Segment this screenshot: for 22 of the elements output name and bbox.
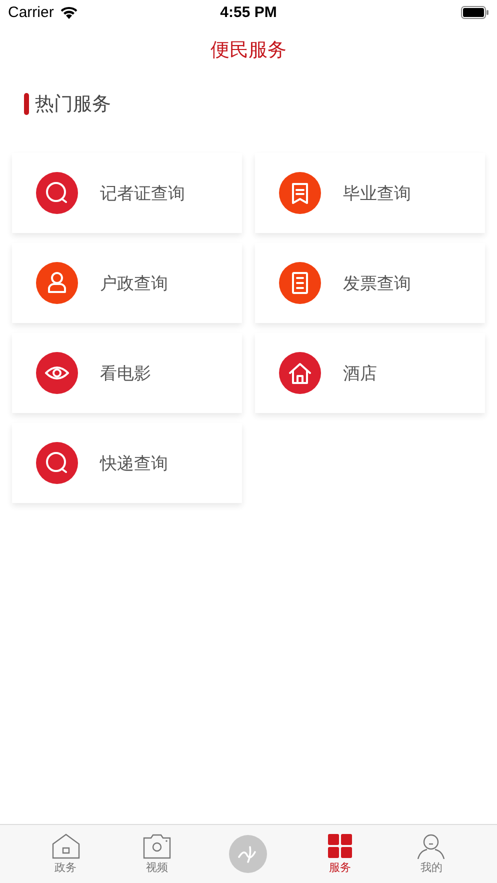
- service-card[interactable]: 记者证查询: [12, 153, 242, 233]
- service-card[interactable]: 看电影: [12, 333, 242, 413]
- section-marker: [24, 93, 29, 115]
- service-card[interactable]: 毕业查询: [255, 153, 485, 233]
- service-card[interactable]: 发票查询: [255, 243, 485, 323]
- carrier-label: Carrier: [8, 4, 54, 21]
- camera-icon: [142, 833, 172, 859]
- battery-icon: [461, 6, 489, 19]
- tab-item[interactable]: 服务: [304, 833, 375, 875]
- status-time: 4:55 PM: [220, 4, 277, 21]
- service-card[interactable]: 户政查询: [12, 243, 242, 323]
- service-card[interactable]: 快递查询: [12, 423, 242, 503]
- section-title: 热门服务: [35, 92, 111, 117]
- person-icon: [416, 833, 446, 859]
- tab-item[interactable]: 视频: [122, 833, 192, 875]
- tab-item[interactable]: 我的: [396, 833, 466, 875]
- logo-icon: [229, 835, 268, 873]
- house-icon: [50, 833, 81, 859]
- tab-item[interactable]: 政务: [30, 833, 101, 875]
- page-title: 便民服务: [210, 38, 286, 63]
- service-card[interactable]: 酒店: [255, 333, 485, 413]
- wifi-icon: [60, 6, 78, 19]
